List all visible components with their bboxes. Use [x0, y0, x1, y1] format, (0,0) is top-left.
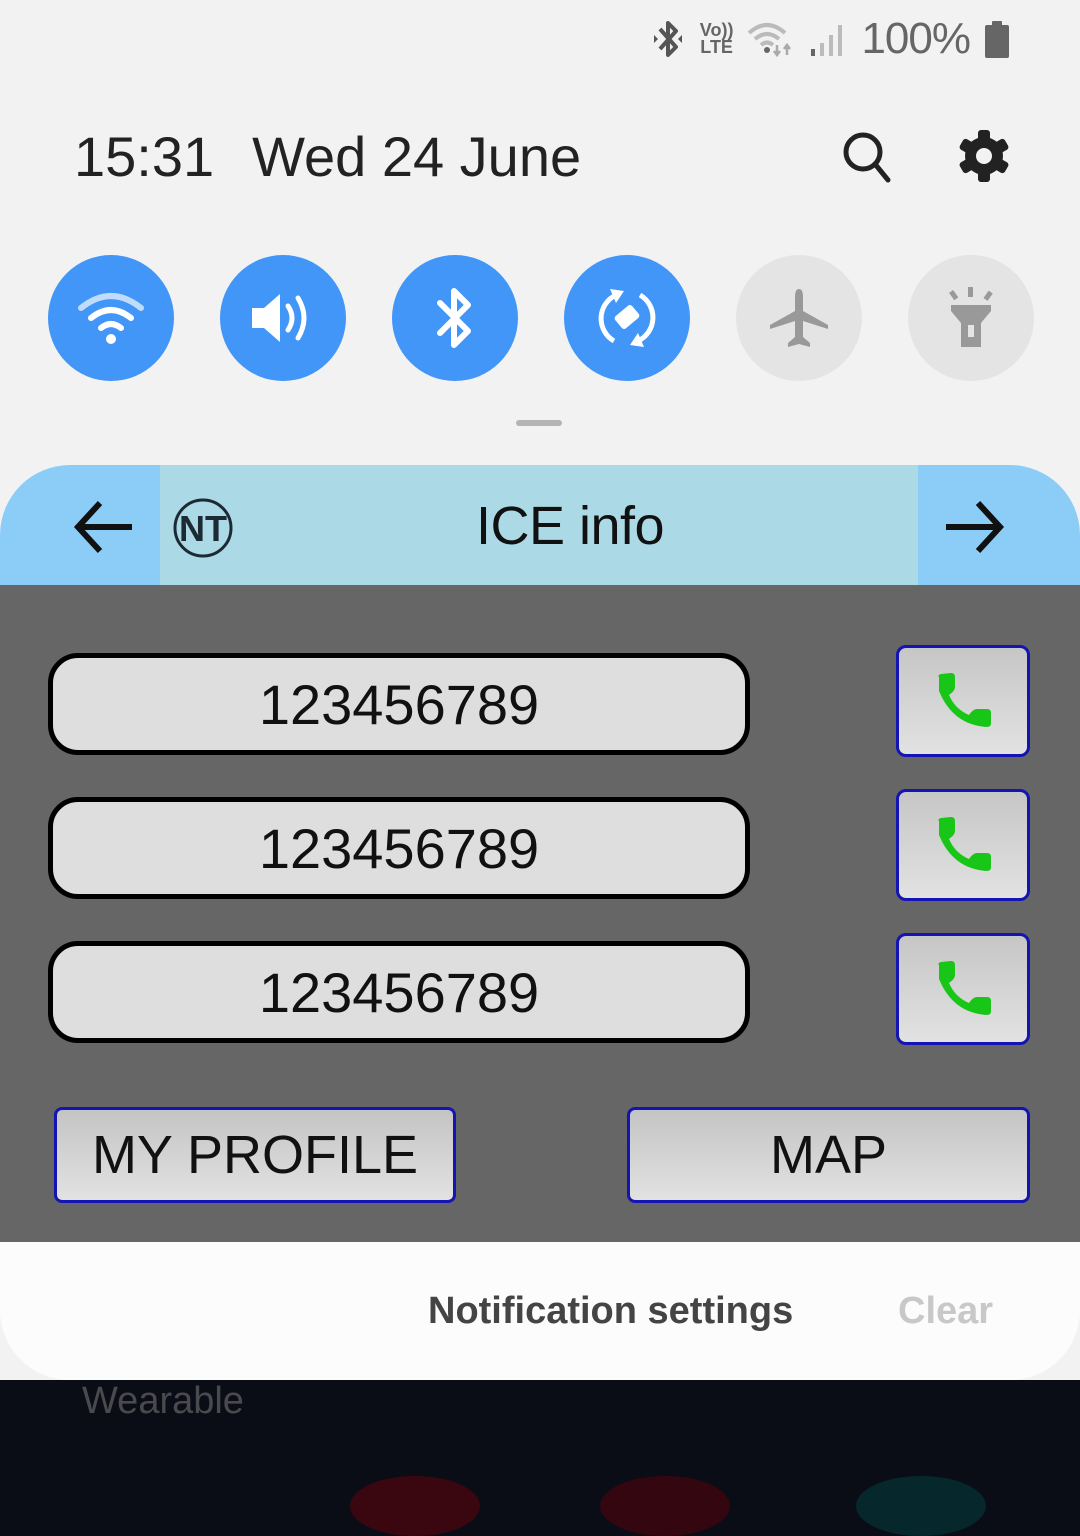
clock-time: 15:31	[74, 125, 215, 188]
my-profile-button[interactable]: MY PROFILE	[54, 1107, 456, 1203]
battery-percent: 100%	[861, 14, 971, 63]
bluetooth-icon	[653, 21, 682, 57]
arrow-right-icon[interactable]	[942, 495, 1006, 559]
notification-title: ICE info	[475, 496, 665, 556]
clock-row: 15:31 Wed 24 June	[74, 124, 581, 189]
toggle-sound[interactable]	[220, 255, 346, 381]
call-button-1[interactable]	[896, 645, 1030, 757]
bluetooth-icon	[437, 288, 471, 348]
map-button[interactable]: MAP	[627, 1107, 1030, 1203]
volte-bottom-text: LTE	[700, 37, 733, 57]
battery-icon	[985, 21, 1009, 58]
home-app-icon	[600, 1476, 730, 1536]
wifi-icon	[78, 293, 144, 344]
ice-info-notification: NT ICE info 123456789 123456789 12345678…	[0, 465, 1080, 1380]
toggle-bluetooth[interactable]	[392, 255, 518, 381]
toggle-auto-rotate[interactable]	[564, 255, 690, 381]
gear-icon[interactable]	[956, 128, 1012, 184]
status-bar: Vo)) LTE 100%	[650, 14, 1010, 64]
phone-icon	[938, 817, 991, 871]
phone-icon	[938, 961, 991, 1015]
clock-date[interactable]: Wed 24 June	[252, 124, 581, 189]
panel-drag-handle[interactable]	[516, 420, 562, 426]
volte-icon: Vo)) LTE	[700, 21, 734, 57]
ice-contact-number-2[interactable]: 123456789	[48, 797, 750, 899]
flashlight-icon	[949, 287, 993, 347]
notification-body: 123456789 123456789 123456789 MY PROFILE…	[0, 585, 1080, 1242]
ice-contact-number-1[interactable]: 123456789	[48, 653, 750, 755]
search-icon[interactable]	[838, 128, 894, 184]
home-app-icon	[350, 1476, 480, 1536]
call-button-2[interactable]	[896, 789, 1030, 901]
notification-header: NT ICE info	[0, 465, 1080, 585]
rotate-icon	[598, 289, 656, 347]
signal-icon	[811, 25, 843, 56]
airplane-icon	[770, 289, 828, 347]
home-folder-label: Wearable	[82, 1380, 244, 1422]
toggle-flashlight[interactable]	[908, 255, 1034, 381]
notification-footer: Notification settings Clear	[0, 1242, 1080, 1380]
wifi-data-icon	[748, 23, 792, 57]
notification-settings-button[interactable]: Notification settings	[428, 1290, 793, 1333]
ice-contact-number-3[interactable]: 123456789	[48, 941, 750, 1043]
toggle-airplane-mode[interactable]	[736, 255, 862, 381]
volume-icon	[252, 294, 307, 342]
phone-icon	[938, 673, 991, 727]
toggle-wifi[interactable]	[48, 255, 174, 381]
quick-toggles	[48, 255, 1034, 381]
call-button-3[interactable]	[896, 933, 1030, 1045]
clear-button[interactable]: Clear	[898, 1290, 993, 1333]
arrow-left-icon[interactable]	[72, 495, 136, 559]
home-app-icon	[856, 1476, 986, 1536]
